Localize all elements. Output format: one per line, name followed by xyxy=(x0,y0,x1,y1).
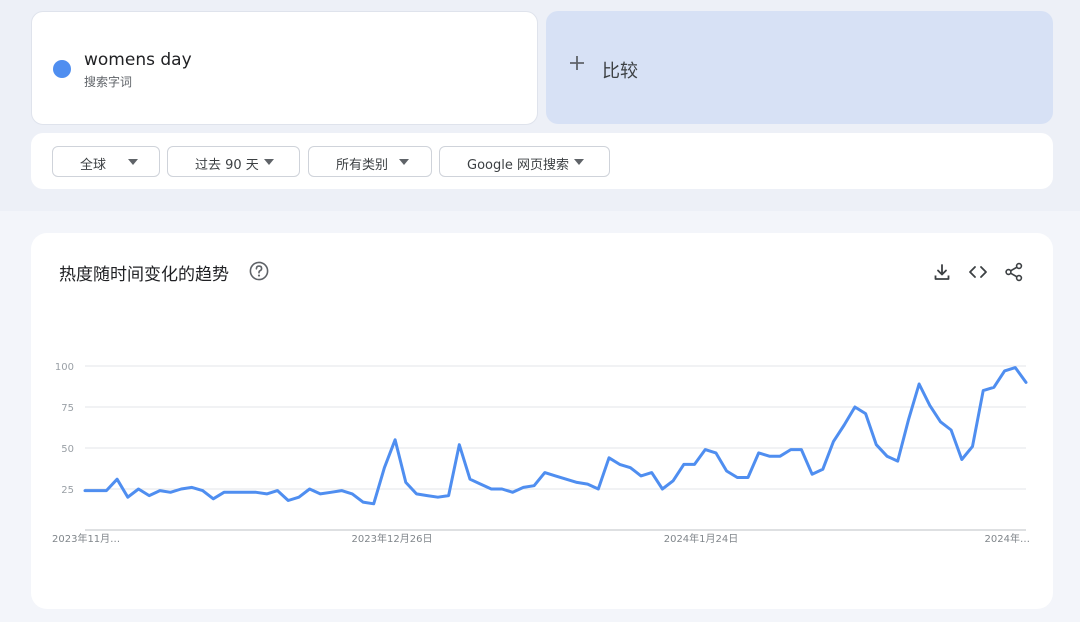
search-type-filter[interactable]: Google 网页搜索 xyxy=(439,146,610,177)
term-color-dot xyxy=(53,60,71,78)
x-tick-label: 2023年12月26日 xyxy=(352,532,433,545)
region-filter[interactable]: 全球 xyxy=(52,146,160,177)
trend-line-chart: 25 50 75 100 2023年11月… 2023年12月26日 2024年1月24日 2… xyxy=(52,362,1030,545)
x-tick-label: 2023年11月… xyxy=(52,532,120,545)
chevron-down-icon xyxy=(574,159,584,165)
compare-label: 比较 xyxy=(602,61,638,82)
y-tick-label: 75 xyxy=(61,403,74,414)
y-tick-label: 100 xyxy=(55,362,74,373)
series-line-womens-day[interactable] xyxy=(83,366,1028,506)
filter-bar: 全球 过去 90 天 所有类别 Google 网页搜索 xyxy=(31,133,1053,189)
search-term-card[interactable]: womens day 搜索字词 xyxy=(31,11,538,125)
region-filter-label: 全球 xyxy=(80,158,107,173)
x-tick-label: 2024年1月24日 xyxy=(664,532,739,545)
interest-over-time-card: 热度随时间变化的趋势 25 50 75 100 2023年11月… 2023年12月26日… xyxy=(31,233,1053,609)
search-type-filter-label: Google 网页搜索 xyxy=(467,158,569,173)
compare-button[interactable]: 比较 xyxy=(546,11,1053,124)
chevron-down-icon xyxy=(399,159,409,165)
time-range-filter-label: 过去 90 天 xyxy=(195,158,259,173)
chevron-down-icon xyxy=(128,159,138,165)
plus-icon xyxy=(570,56,584,70)
category-filter-label: 所有类别 xyxy=(336,158,389,173)
y-tick-label: 25 xyxy=(61,485,74,496)
y-tick-label: 50 xyxy=(61,444,74,455)
x-tick-label: 2024年… xyxy=(985,532,1030,545)
chevron-down-icon xyxy=(264,159,274,165)
time-range-filter[interactable]: 过去 90 天 xyxy=(167,146,300,177)
category-filter[interactable]: 所有类别 xyxy=(308,146,432,177)
search-term-subtitle: 搜索字词 xyxy=(84,75,133,89)
search-term-name: womens day xyxy=(84,50,192,70)
